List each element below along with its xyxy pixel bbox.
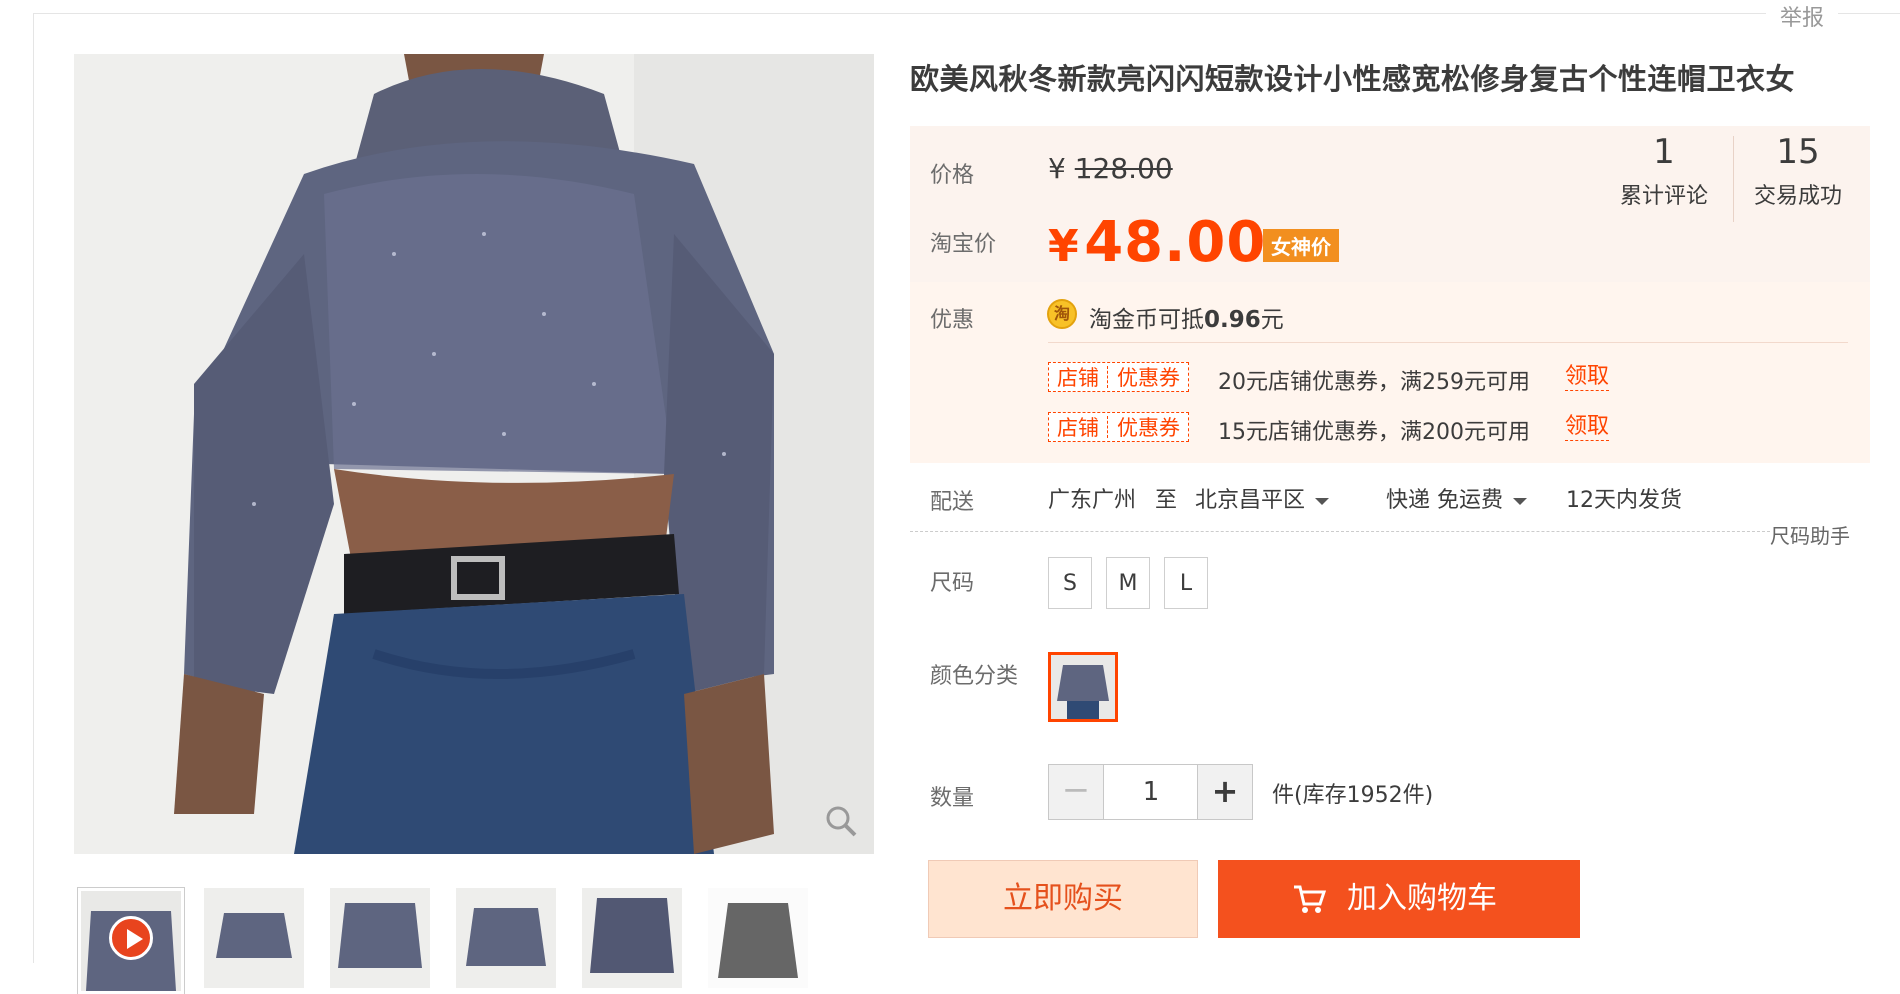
color-option-swatch[interactable] xyxy=(1048,652,1118,722)
coin-amount: 0.96 xyxy=(1204,307,1261,333)
transaction-count-stat[interactable]: 15 交易成功 xyxy=(1733,132,1863,210)
section-divider xyxy=(910,531,1770,532)
sale-price-currency: ¥ xyxy=(1048,221,1079,272)
quantity-decrease-button[interactable]: − xyxy=(1049,765,1104,819)
review-count: 1 xyxy=(1653,132,1675,172)
thumbnail-3[interactable] xyxy=(330,888,430,988)
coupon-text: 15元店铺优惠券，满200元可用 xyxy=(1218,420,1530,445)
goddess-price-badge: 女神价 xyxy=(1263,229,1339,262)
stock-text: 件(库存1952件) xyxy=(1272,783,1434,808)
coupon-text: 20元店铺优惠券，满259元可用 xyxy=(1218,370,1530,395)
thumbnail-6[interactable] xyxy=(708,888,808,988)
size-option-l[interactable]: L xyxy=(1164,557,1208,609)
original-price-value: 128.00 xyxy=(1074,152,1173,185)
transaction-count-label: 交易成功 xyxy=(1753,184,1842,209)
coupon-tag: 店铺 优惠券 xyxy=(1048,412,1189,442)
quantity-label: 数量 xyxy=(930,786,975,811)
thumbnail-video[interactable] xyxy=(77,887,185,994)
thumbnail-strip xyxy=(77,887,878,994)
coupon-tag-shop: 店铺 xyxy=(1057,366,1099,390)
ship-method-value: 快递 免运费 xyxy=(1386,488,1503,513)
ship-to-word: 至 xyxy=(1155,488,1178,513)
coin-unit: 元 xyxy=(1260,307,1284,333)
original-price-currency: ¥ xyxy=(1048,152,1066,185)
product-title: 欧美风秋冬新款亮闪闪短款设计小性感宽松修身复古个性连帽卫衣女 xyxy=(910,62,1796,96)
sale-price-value: 48.00 xyxy=(1084,210,1267,275)
coupon-tag-type: 优惠券 xyxy=(1117,366,1180,390)
add-to-cart-label: 加入购物车 xyxy=(1347,881,1497,916)
price-label: 价格 xyxy=(930,163,975,188)
quantity-input[interactable]: 1 xyxy=(1104,765,1198,819)
taobao-price-label: 淘宝价 xyxy=(930,232,997,257)
chevron-down-icon xyxy=(1315,497,1330,505)
sale-price: ¥ 48.00 xyxy=(1048,210,1266,275)
size-option-s[interactable]: S xyxy=(1048,557,1092,609)
main-product-image[interactable] xyxy=(74,54,874,854)
coin-discount-text: 淘金币可抵0.96元 xyxy=(1089,300,1284,334)
dispatch-time: 12天内发货 xyxy=(1566,488,1682,513)
thumbnail-5[interactable] xyxy=(582,888,682,988)
shipping-label: 配送 xyxy=(930,490,975,515)
zoom-icon[interactable] xyxy=(824,804,858,838)
ship-to-value: 北京昌平区 xyxy=(1195,488,1306,513)
coupon-tag-shop: 店铺 xyxy=(1057,416,1099,440)
taobao-coin-icon: 淘 xyxy=(1047,299,1077,329)
original-price: ¥ 128.00 xyxy=(1048,152,1173,185)
thumbnail-2[interactable] xyxy=(204,888,304,988)
ship-method-dropdown[interactable]: 快递 免运费 xyxy=(1386,482,1527,514)
color-label: 颜色分类 xyxy=(930,664,1019,689)
coupon-claim-link[interactable]: 领取 xyxy=(1565,364,1610,391)
quantity-stepper: − 1 + xyxy=(1048,764,1253,820)
review-count-label: 累计评论 xyxy=(1619,184,1708,209)
review-count-stat[interactable]: 1 累计评论 xyxy=(1599,132,1729,210)
play-icon[interactable] xyxy=(109,916,153,960)
promo-label: 优惠 xyxy=(930,308,975,333)
ship-from: 广东广州 xyxy=(1048,488,1137,513)
size-option-m[interactable]: M xyxy=(1106,557,1150,609)
transaction-count: 15 xyxy=(1776,132,1820,172)
coupon-tag: 店铺 优惠券 xyxy=(1048,362,1189,392)
chevron-down-icon xyxy=(1513,497,1527,505)
quantity-increase-button[interactable]: + xyxy=(1197,765,1252,819)
promo-divider xyxy=(1048,342,1848,343)
size-label: 尺码 xyxy=(930,571,975,596)
buy-now-button[interactable]: 立即购买 xyxy=(928,860,1198,938)
coupon-claim-link[interactable]: 领取 xyxy=(1565,414,1610,441)
size-helper-link[interactable]: 尺码助手 xyxy=(1770,520,1850,549)
report-link[interactable]: 举报 xyxy=(1765,0,1838,32)
thumbnail-4[interactable] xyxy=(456,888,556,988)
coin-text: 淘金币可抵 xyxy=(1089,307,1204,333)
add-to-cart-button[interactable]: 加入购物车 xyxy=(1218,860,1580,938)
ship-to-dropdown[interactable]: 北京昌平区 xyxy=(1195,482,1330,514)
coupon-tag-type: 优惠券 xyxy=(1117,416,1180,440)
cart-icon xyxy=(1294,885,1326,913)
